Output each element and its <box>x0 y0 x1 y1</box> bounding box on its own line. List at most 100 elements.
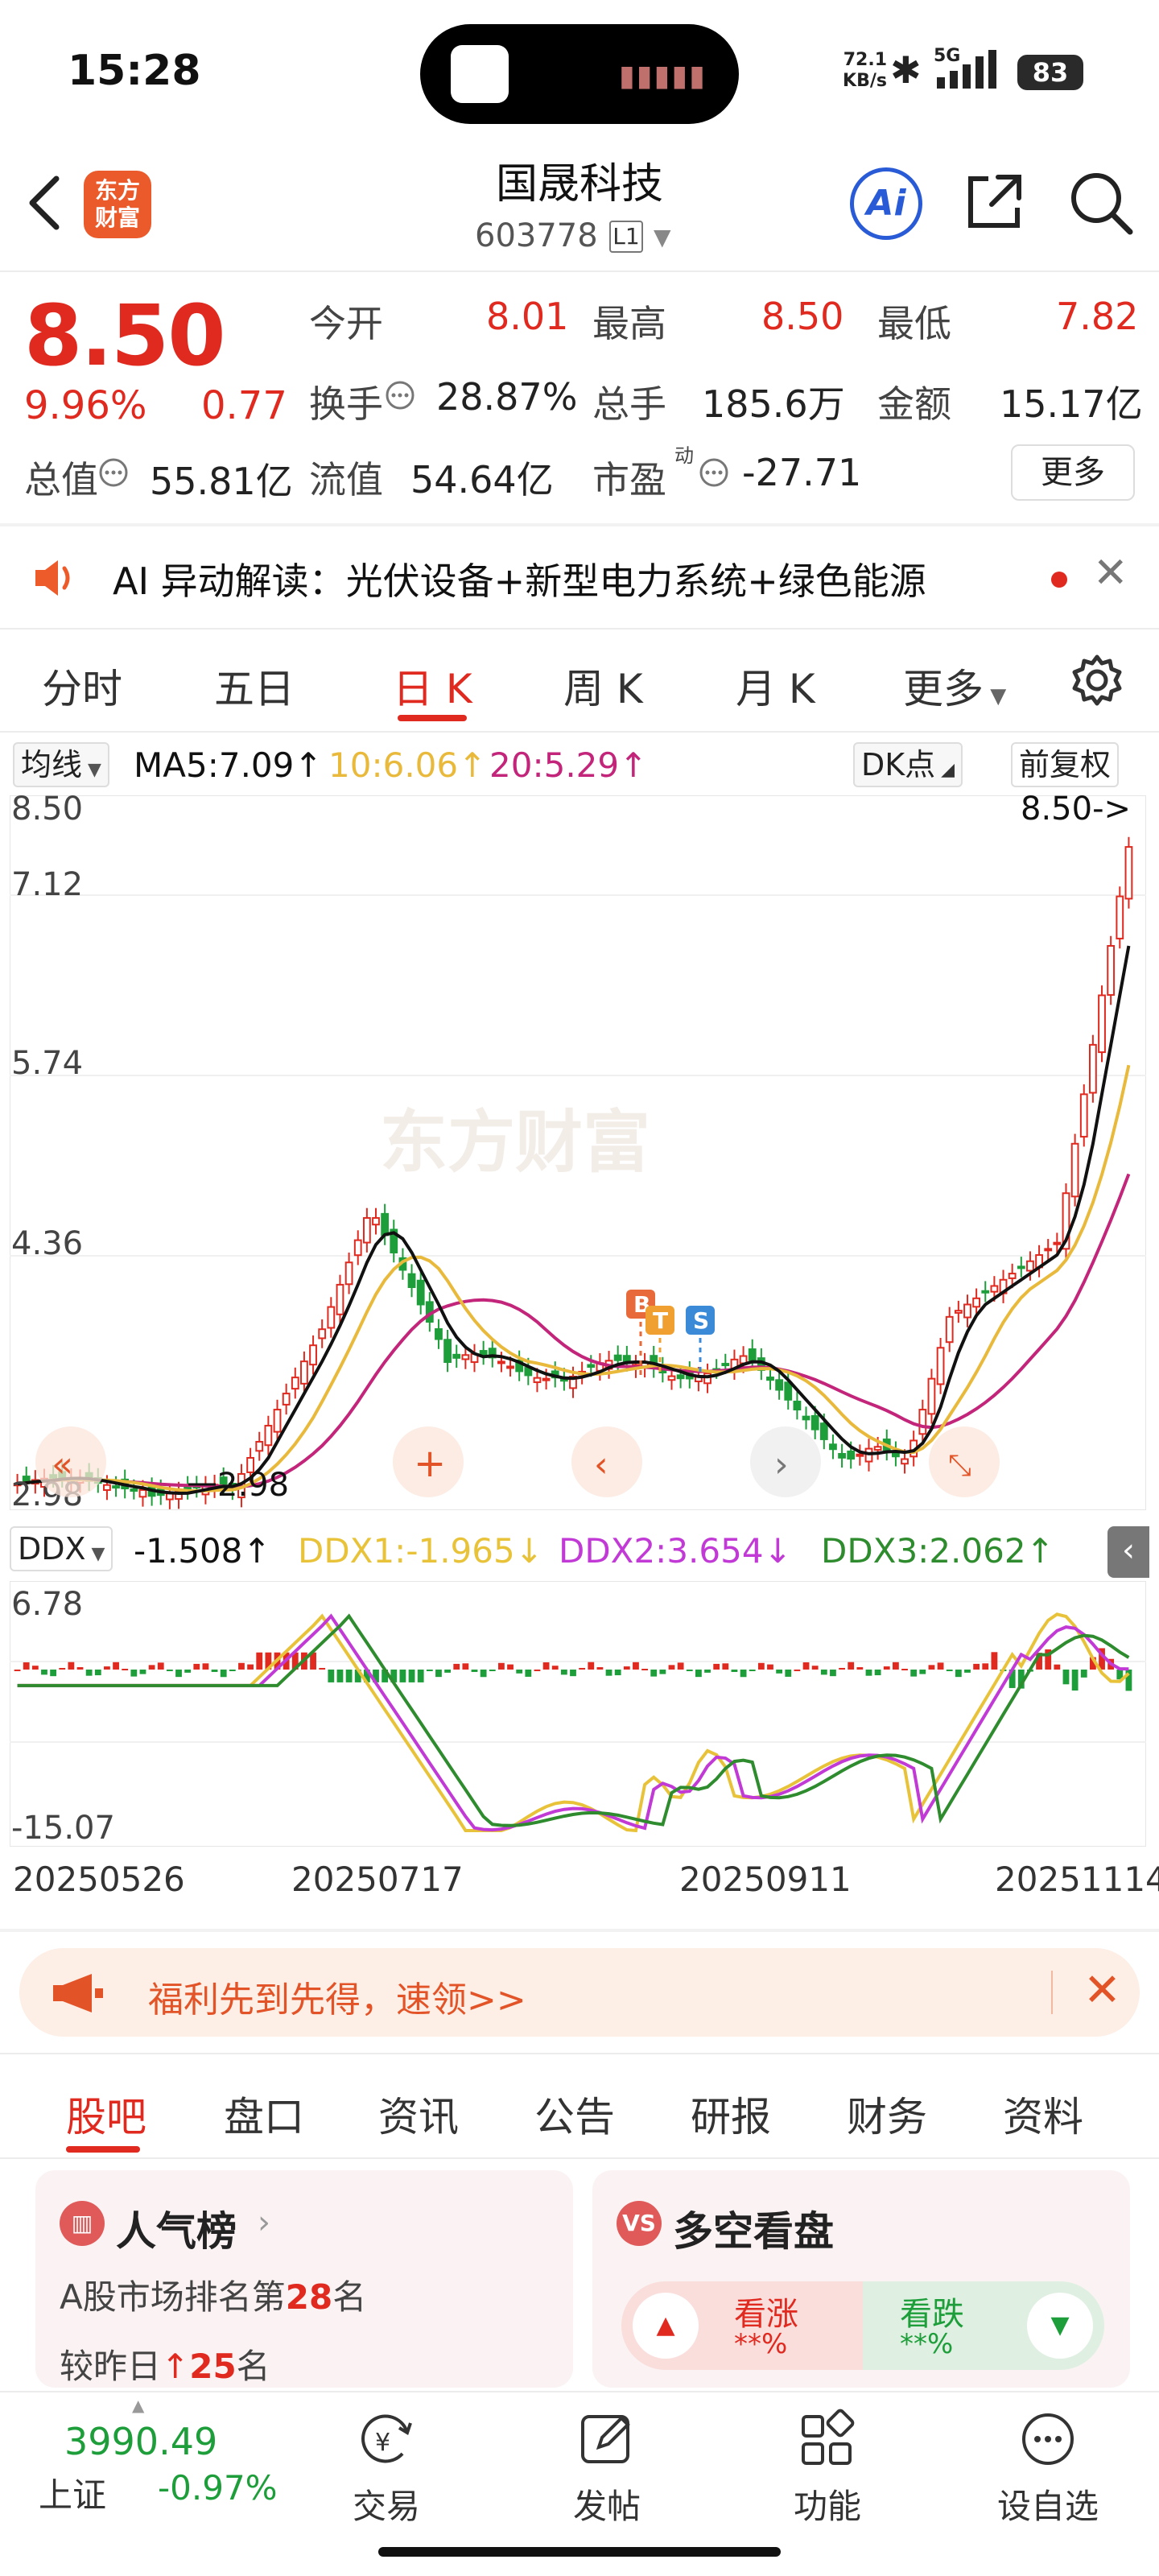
candle-body <box>793 1401 802 1411</box>
long-short-card[interactable]: VS 多空看盘 ▲ 看涨 **% 看跌 **% ▼ <box>592 2170 1130 2388</box>
watermark: 东方财富 <box>380 1103 650 1182</box>
popularity-rank-card[interactable]: ▥ 人气榜 › A股市场排名第28名 较昨日↑25名 <box>35 2170 573 2388</box>
ddx-bar <box>811 1666 819 1670</box>
share-icon[interactable] <box>963 169 1027 237</box>
more-quote-button[interactable]: 更多 <box>1011 444 1135 501</box>
ai-assistant-button[interactable]: Ai <box>850 167 922 240</box>
market-cap-info-icon[interactable] <box>98 457 129 491</box>
ma10-value: 10:6.06↑ <box>328 745 486 785</box>
ddx-bar <box>892 1662 899 1670</box>
date-tick: 20250717 <box>291 1860 464 1899</box>
nav-trade[interactable]: ¥ 交易 <box>314 2409 459 2529</box>
tab-news[interactable]: 资讯 <box>378 2085 459 2143</box>
scroll-left-button[interactable]: ‹ <box>571 1426 642 1497</box>
promo-text: 福利先到先得，速领>> <box>148 1979 526 2021</box>
rank-change-value: 25 <box>189 2347 237 2386</box>
ddx-bar <box>166 1669 173 1671</box>
bluetooth-icon: ✱ <box>890 48 922 92</box>
fullscreen-button[interactable]: ⤡ <box>929 1426 1000 1497</box>
ddx-bar <box>229 1669 236 1671</box>
candle-body <box>802 1415 810 1421</box>
scroll-right-button[interactable]: › <box>750 1426 821 1497</box>
divider <box>1051 1971 1053 2014</box>
nav-add-watchlist[interactable]: 设自选 <box>975 2409 1120 2529</box>
svg-text:¥: ¥ <box>375 2429 390 2457</box>
candle-body <box>443 1339 452 1364</box>
index-name: 上证 <box>39 2475 107 2515</box>
candle-body <box>613 1354 622 1361</box>
ma-selector[interactable]: 均线 ▼ <box>13 742 109 787</box>
candle-body <box>873 1446 882 1451</box>
bearish-button[interactable]: 看跌 **% ▼ <box>863 2281 1104 2370</box>
tab-research[interactable]: 研报 <box>691 2085 771 2143</box>
network-speed-value: 72.1 <box>843 50 887 70</box>
ddx-bar <box>408 1669 415 1682</box>
y-tick: 7.12 <box>11 866 83 903</box>
candle-body <box>829 1443 837 1451</box>
low-label: 最低 <box>877 302 951 345</box>
caret-down-icon[interactable]: ▼ <box>654 224 671 250</box>
ddx3-text: DDX3:2.062 <box>821 1531 1026 1571</box>
tab-monthly-k[interactable]: 月 K <box>736 657 815 715</box>
ddx-bar <box>946 1669 953 1671</box>
nav-functions[interactable]: 功能 <box>755 2409 900 2529</box>
tab-order-book[interactable]: 盘口 <box>224 2085 304 2143</box>
turnover-info-icon[interactable] <box>385 380 415 414</box>
y-tick: 4.36 <box>11 1225 83 1262</box>
ddx-bar <box>964 1669 971 1673</box>
vs-icon: VS <box>617 2201 662 2246</box>
search-icon[interactable] <box>1067 169 1135 240</box>
ddx-bar <box>471 1669 478 1672</box>
amount-value: 15.17亿 <box>1000 382 1143 426</box>
status-bar: 15:28 ▮▮▮▮▮ 72.1 KB/s ✱ 5G 83 <box>0 0 1159 145</box>
nav-post[interactable]: 发帖 <box>534 2409 679 2529</box>
adjust-selector[interactable]: 前复权 <box>1011 742 1120 787</box>
dk-point-selector[interactable]: DK点 ◢ <box>853 742 963 787</box>
up-arrow-icon: ↑ <box>1025 1531 1054 1571</box>
promo-banner[interactable]: 福利先到先得，速领>> ✕ <box>19 1948 1140 2037</box>
pe-info-icon[interactable] <box>699 457 729 491</box>
ddx-bar <box>973 1663 980 1670</box>
tab-five-day[interactable]: 五日 <box>214 657 295 715</box>
close-icon[interactable]: ✕ <box>1093 549 1128 597</box>
ai-analysis-banner[interactable]: AI 异动解读：光伏设备+新型电力系统+绿色能源 ✕ <box>0 526 1159 628</box>
ddx-value: -1.508↑ <box>134 1531 271 1571</box>
back-arrow-icon[interactable] <box>21 166 69 238</box>
ddx-bar <box>336 1669 344 1682</box>
megaphone-icon <box>50 1971 106 2019</box>
ddx-chart[interactable]: 6.78 -15.07 <box>9 1580 1147 1847</box>
tab-weekly-k[interactable]: 周 K <box>563 657 643 715</box>
candle-body <box>1053 1241 1062 1245</box>
ddx-bar <box>991 1652 998 1670</box>
index-quote[interactable]: ▲ 3990.49 上证 -0.97% <box>0 2392 278 2537</box>
ddx-bar <box>641 1669 648 1671</box>
collapse-panel-button[interactable]: ‹ <box>1107 1526 1149 1578</box>
close-icon[interactable]: ✕ <box>1083 1964 1121 2017</box>
tab-profile[interactable]: 资料 <box>1003 2085 1083 2143</box>
chevron-right-icon: › <box>774 1444 789 1485</box>
tab-announcements[interactable]: 公告 <box>534 2085 615 2143</box>
zoom-in-button[interactable]: + <box>393 1426 464 1497</box>
kline-chart[interactable]: 东方财富 8.50 7.12 5.74 4.36 2.98 8.50-> 2.9… <box>9 791 1147 1513</box>
level-badge[interactable]: L1 <box>609 221 643 253</box>
ddx-bar <box>659 1669 666 1674</box>
candle-body <box>963 1303 971 1319</box>
ddx-bar <box>570 1669 576 1677</box>
gear-icon[interactable] <box>1069 652 1125 712</box>
candle-body <box>990 1285 999 1293</box>
ddx-selector[interactable]: DDX ▼ <box>10 1526 113 1571</box>
candle-body <box>927 1377 936 1415</box>
tab-financials[interactable]: 财务 <box>847 2085 927 2143</box>
ddx-bar <box>686 1669 693 1671</box>
tab-guba[interactable]: 股吧 <box>66 2085 146 2143</box>
ddx-bar <box>41 1669 47 1675</box>
rank-change-suffix: 名 <box>236 2347 270 2386</box>
tab-intraday[interactable]: 分时 <box>42 657 122 715</box>
dynamic-island: ▮▮▮▮▮ <box>420 24 739 124</box>
cellular-signal-icon: 5G <box>934 45 1014 97</box>
ma5-text: MA5:7.09 <box>134 745 295 785</box>
tab-daily-k[interactable]: 日 K <box>393 657 472 715</box>
tab-more[interactable]: 更多 ▼ <box>903 657 1006 715</box>
bullish-button[interactable]: ▲ 看涨 **% <box>621 2281 863 2370</box>
zoom-out-button[interactable]: « <box>35 1426 106 1497</box>
